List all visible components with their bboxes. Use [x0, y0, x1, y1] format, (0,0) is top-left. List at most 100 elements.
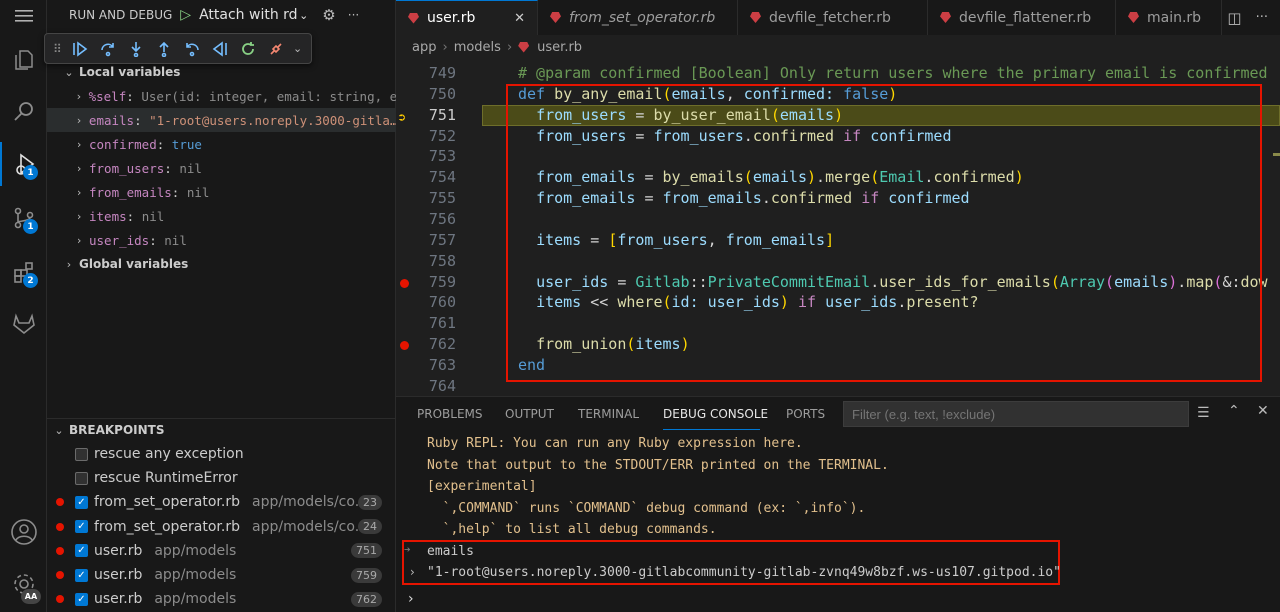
console-result[interactable]: "1-root@users.noreply.3000-gitlabcommuni… [427, 565, 1061, 580]
active-tab-underline [663, 429, 760, 430]
breakpoints-section[interactable]: ⌄ BREAKPOINTS [47, 418, 396, 442]
breakpoint-dot-icon [56, 546, 64, 555]
step-out-icon[interactable] [153, 38, 175, 60]
step-over-icon[interactable] [97, 38, 119, 60]
panel-tab-output[interactable]: OUTPUT [505, 407, 554, 421]
breakpoint-checkbox[interactable] [75, 471, 88, 485]
breakpoint-item[interactable]: ✓ from_set_operator.rb app/models/co... … [47, 515, 396, 539]
variable-row[interactable]: › confirmed: true [47, 132, 396, 156]
breakpoint-item[interactable]: rescue any exception [47, 442, 396, 466]
code-editor[interactable]: 749 # @param confirmed [Boolean] Only ret… [396, 59, 1280, 396]
ruby-file-icon [1128, 12, 1139, 23]
drag-handle-icon[interactable]: ⠿ [53, 42, 63, 56]
breakpoint-checkbox[interactable]: ✓ [75, 495, 88, 509]
start-debug-icon[interactable]: ▷ [180, 7, 191, 23]
variable-name: items [89, 208, 127, 224]
close-panel-icon[interactable]: ✕ [1257, 403, 1269, 419]
code-text: from_emails = by_emails(emails).merge(Em… [536, 168, 1024, 187]
breakpoint-checkbox[interactable]: ✓ [75, 592, 88, 606]
line-number: 760 [428, 293, 456, 312]
repl-prompt-icon: › [408, 591, 414, 607]
continue-icon[interactable] [69, 38, 91, 60]
panel-tab-debug-console[interactable]: DEBUG CONSOLE [663, 407, 768, 421]
global-variables-section[interactable]: › Global variables [47, 252, 396, 276]
code-line: ➲ 751 from_users = by_user_email(emails) [396, 104, 1280, 126]
editor-actions: ◫ ··· [1227, 0, 1268, 35]
manage-gear-icon[interactable]: AA [0, 562, 47, 606]
split-editor-icon[interactable]: ◫ [1227, 9, 1241, 27]
panel-tab-terminal[interactable]: TERMINAL [578, 407, 639, 421]
code-line: 764 [396, 376, 1280, 396]
breadcrumb: app › models › user.rb [396, 35, 1280, 59]
step-into-icon[interactable] [125, 38, 147, 60]
debug-config-select[interactable]: ▷ Attach with rdb ⌄ [180, 7, 308, 23]
chevron-down-icon: ⌄ [54, 423, 64, 437]
ruby-file-icon [550, 12, 561, 23]
run-debug-icon[interactable]: 1 [0, 142, 47, 186]
console-filter-input[interactable] [843, 401, 1189, 427]
run-debug-header: RUN AND DEBUG ▷ Attach with rdb ⌄ ⚙ ··· [47, 0, 396, 30]
variable-row[interactable]: › emails: "1-root@users.noreply.3000-git… [47, 108, 396, 132]
breakpoint-item[interactable]: ✓ user.rb app/models 762 [47, 587, 396, 611]
breakpoint-checkbox[interactable]: ✓ [75, 544, 88, 558]
variable-separator: : [126, 208, 142, 224]
tab-user-rb[interactable]: user.rb ✕ [396, 0, 538, 35]
search-icon[interactable] [0, 90, 47, 134]
debug-settings-gear-icon[interactable]: ⚙ [322, 6, 335, 24]
tab-label: user.rb [427, 10, 476, 26]
tab-from-set-operator-rb[interactable]: from_set_operator.rb [538, 0, 738, 35]
restart-icon[interactable] [237, 38, 259, 60]
line-number: 762 [428, 335, 456, 354]
debug-config-label: Attach with rdb [199, 7, 298, 23]
gitlab-icon[interactable] [0, 302, 47, 346]
editor-more-icon[interactable]: ··· [1256, 10, 1268, 25]
variable-separator: : [164, 160, 180, 176]
disconnect-icon[interactable] [265, 38, 287, 60]
code-line: 749 # @param confirmed [Boolean] Only ret… [396, 63, 1280, 84]
clear-console-icon[interactable]: ☰ [1197, 405, 1210, 421]
breadcrumb-file[interactable]: user.rb [537, 40, 582, 55]
extensions-icon[interactable]: 2 [0, 250, 47, 294]
variable-row[interactable]: › from_emails: nil [47, 180, 396, 204]
breakpoint-checkbox[interactable]: ✓ [75, 568, 88, 582]
panel-tab-problems[interactable]: PROBLEMS [417, 407, 483, 421]
maximize-panel-icon[interactable]: ⌃ [1228, 403, 1240, 419]
variable-row[interactable]: › user_ids: nil [47, 228, 396, 252]
variable-row[interactable]: › from_users: nil [47, 156, 396, 180]
breakpoint-checkbox[interactable]: ✓ [75, 520, 88, 534]
tab-main-rb[interactable]: main.rb [1116, 0, 1222, 35]
breakpoint-item[interactable]: ✓ user.rb app/models 759 [47, 563, 396, 587]
tab-devfile-fetcher-rb[interactable]: devfile_fetcher.rb [738, 0, 928, 35]
code-text: from_union(items) [536, 335, 690, 354]
ruby-file-icon [408, 12, 419, 24]
breakpoint-dot-icon [56, 571, 64, 579]
tab-devfile-flattener-rb[interactable]: devfile_flattener.rb [928, 0, 1116, 35]
variable-row[interactable]: › items: nil [47, 204, 396, 228]
breadcrumb-app[interactable]: app [412, 40, 436, 55]
breakpoint-checkbox[interactable] [75, 447, 88, 461]
reverse-continue-icon[interactable] [209, 38, 231, 60]
code-line: 760 items << where(id: user_ids) if user… [396, 292, 1280, 313]
explorer-icon[interactable] [0, 38, 47, 82]
variable-row[interactable]: › %self: User(id: integer, email: string… [47, 84, 396, 108]
breakpoint-item[interactable]: rescue RuntimeError [47, 466, 396, 490]
more-actions-icon[interactable]: ··· [348, 8, 359, 22]
panel-tab-ports[interactable]: PORTS [786, 407, 825, 421]
breakpoint-item[interactable]: ✓ from_set_operator.rb app/models/co... … [47, 490, 396, 514]
breakpoint-path: app/models [154, 567, 237, 583]
close-tab-icon[interactable]: ✕ [514, 11, 525, 26]
menu-icon[interactable] [0, 0, 47, 32]
breadcrumb-models[interactable]: models [454, 40, 501, 55]
repl-input[interactable] [426, 589, 1266, 609]
step-back-icon[interactable] [181, 38, 203, 60]
code-text: from_users = from_users.confirmed if con… [536, 126, 952, 145]
local-variables-label: Local variables [79, 65, 181, 79]
toolbar-chevron-down-icon[interactable]: ⌄ [293, 42, 302, 55]
local-variables-section[interactable]: ⌄ Local variables [47, 60, 396, 84]
expand-result-chevron-icon[interactable]: › [410, 565, 415, 579]
source-control-icon[interactable]: 1 [0, 196, 47, 240]
variable-name: from_users [89, 160, 165, 176]
breakpoint-item[interactable]: ✓ user.rb app/models 751 [47, 539, 396, 563]
line-number: 749 [428, 64, 456, 82]
account-icon[interactable] [0, 510, 47, 554]
